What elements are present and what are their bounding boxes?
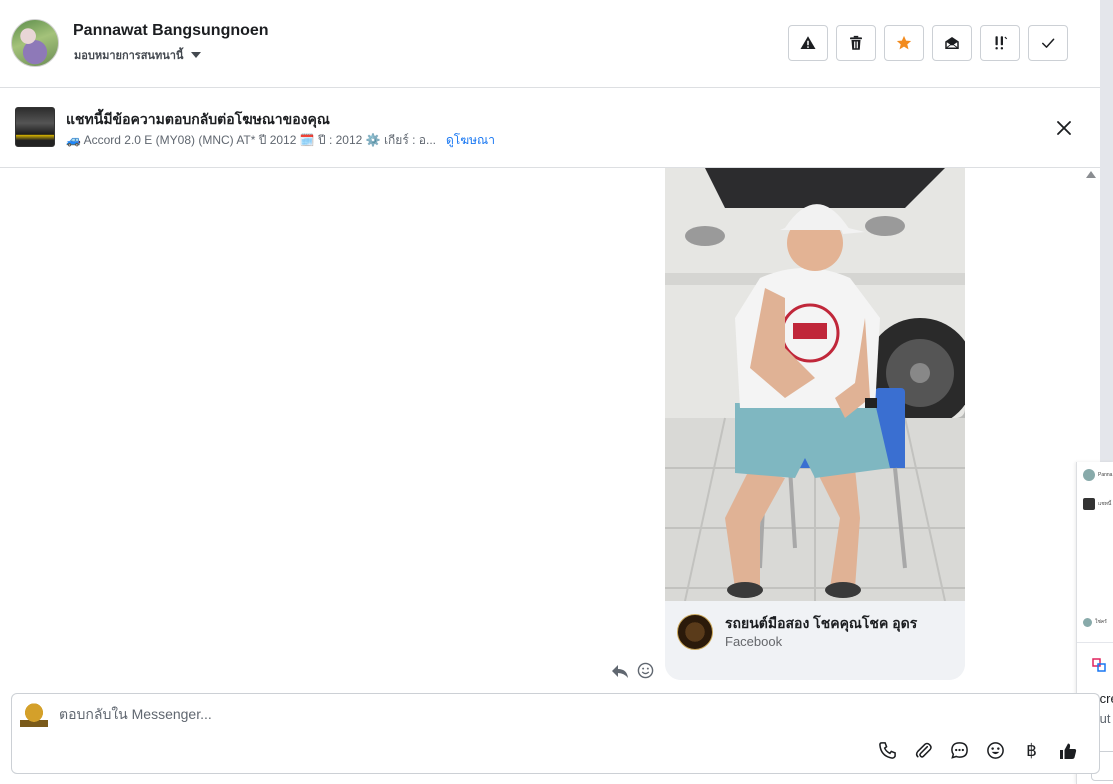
payment-button[interactable]: ฿ <box>1020 739 1043 762</box>
reply-button[interactable] <box>611 663 629 679</box>
composer-toolbar: ฿ <box>876 739 1079 762</box>
mark-as-spam-button[interactable] <box>788 25 828 61</box>
mark-as-read-button[interactable] <box>932 25 972 61</box>
checkmark-icon <box>1042 38 1055 48</box>
side-item-label: Panna <box>1098 472 1113 478</box>
baht-icon: ฿ <box>1026 740 1037 761</box>
message-composer: ฿ <box>11 693 1100 774</box>
side-item[interactable]: ใช่ครั <box>1083 615 1113 629</box>
view-ad-link[interactable]: ดูโฆษณา <box>446 131 495 150</box>
thumbs-up-icon <box>1059 743 1076 759</box>
like-button[interactable] <box>1056 739 1079 762</box>
page-name: รถยนต์มือสอง โชคคุณโชค อุดร <box>725 615 918 631</box>
ad-banner-title: แชทนี้มีข้อความตอบกลับต่อโฆษณาของคุณ <box>66 111 330 127</box>
delete-button[interactable] <box>836 25 876 61</box>
shared-post-card[interactable]: รถยนต์มือสอง โชคคุณโชค อุดร Facebook <box>665 168 965 680</box>
contact-name[interactable]: Pannawat Bangsungnoen <box>73 22 269 40</box>
warning-icon <box>800 36 816 49</box>
photo-image <box>665 168 965 601</box>
phone-icon <box>879 742 896 759</box>
side-item[interactable]: แชทนี้ <box>1083 497 1113 511</box>
side-item-label: ใช่ครั <box>1095 619 1107 625</box>
shared-post-photo[interactable] <box>665 168 965 601</box>
ad-thumbnail[interactable] <box>15 107 55 147</box>
caret-down-icon <box>191 52 202 58</box>
assign-label: มอบหมายการสนทนานี้ <box>74 50 184 62</box>
mail-open-icon <box>945 37 959 49</box>
message-thread[interactable]: รถยนต์มือสอง โชคคุณโชค อุดร Facebook <box>0 168 1100 684</box>
attachment-icon <box>915 742 932 758</box>
assign-conversation-dropdown[interactable]: มอบหมายการสนทนานี้ <box>74 46 202 64</box>
smiley-icon <box>637 662 654 679</box>
message-actions <box>611 662 654 679</box>
saved-reply-icon <box>951 742 968 759</box>
emoji-icon <box>987 742 1004 759</box>
follow-up-button[interactable] <box>980 25 1020 61</box>
shared-post-footer[interactable]: รถยนต์มือสอง โชคคุณโชค อุดร Facebook <box>665 601 965 680</box>
star-icon <box>896 35 912 50</box>
scroll-up-arrow-icon[interactable] <box>1086 171 1096 178</box>
ad-subtitle: 🚙 Accord 2.0 E (MY08) (MNC) AT* ปี 2012 … <box>66 133 436 147</box>
puzzle-icon <box>1092 658 1106 672</box>
trash-icon <box>850 35 862 50</box>
saved-replies-button[interactable] <box>948 739 971 762</box>
mark-done-button[interactable] <box>1028 25 1068 61</box>
post-source: Facebook <box>725 634 783 649</box>
call-button[interactable] <box>876 739 899 762</box>
side-thumbnail <box>1083 498 1095 510</box>
ad-banner-subtitle-row: 🚙 Accord 2.0 E (MY08) (MNC) AT* ปี 2012 … <box>66 131 495 150</box>
messenger-inbox-thread: Pannawat Bangsungnoen มอบหมายการสนทนานี้ <box>0 0 1113 784</box>
side-item-label: แชทนี้ <box>1098 501 1112 507</box>
ad-reply-banner: แชทนี้มีข้อความตอบกลับต่อโฆษณาของคุณ 🚙 A… <box>0 88 1100 168</box>
conversation-toolbar <box>788 25 1068 61</box>
side-item[interactable]: Panna <box>1083 468 1113 482</box>
attach-button[interactable] <box>912 739 935 762</box>
reply-input[interactable] <box>59 706 959 722</box>
close-icon <box>1057 121 1071 135</box>
side-avatar <box>1083 617 1092 627</box>
star-button[interactable] <box>884 25 924 61</box>
reply-icon <box>612 664 628 678</box>
follow-up-icon <box>995 36 1008 50</box>
conversation-header: Pannawat Bangsungnoen มอบหมายการสนทนานี้ <box>0 0 1100 88</box>
emoji-button[interactable] <box>984 739 1007 762</box>
close-banner-button[interactable] <box>1052 116 1076 140</box>
page-logo-avatar <box>677 614 713 650</box>
side-avatar <box>1083 469 1095 481</box>
page-avatar <box>20 703 48 727</box>
react-button[interactable] <box>637 662 654 679</box>
contact-avatar[interactable] <box>11 19 59 67</box>
